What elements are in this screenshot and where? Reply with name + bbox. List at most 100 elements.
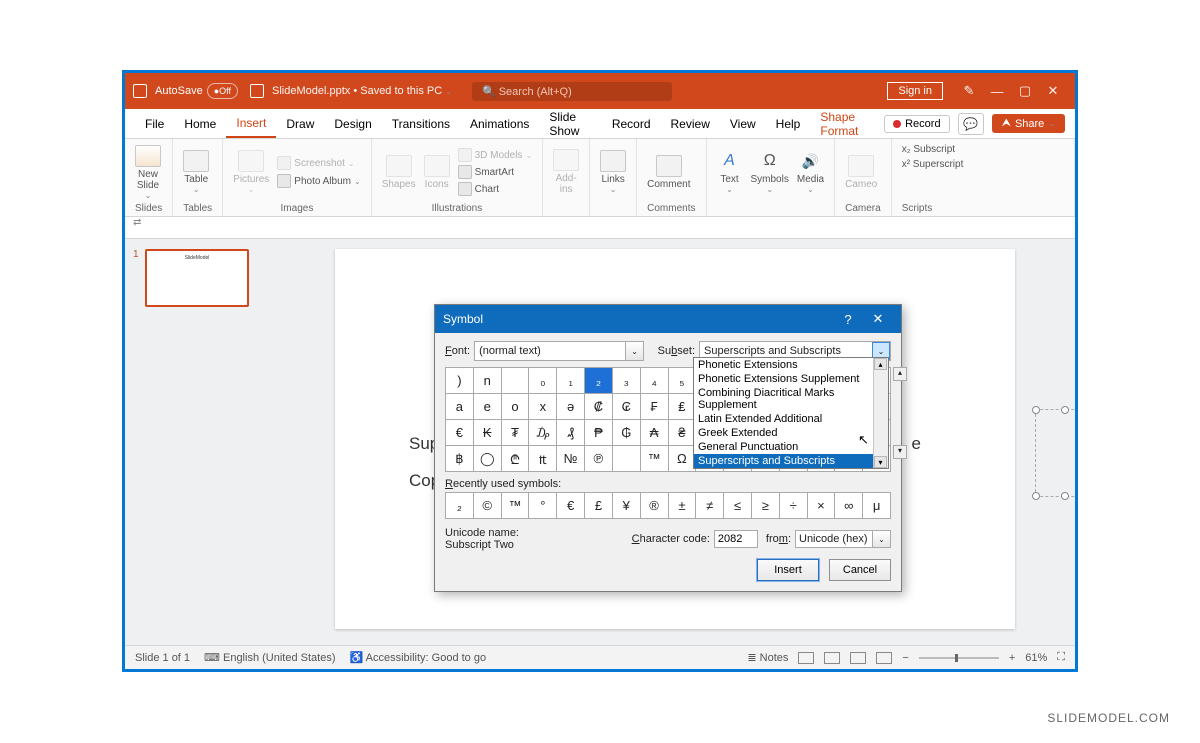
recent-symbol-cell[interactable]: ÷ (780, 493, 808, 519)
tab-draw[interactable]: Draw (276, 111, 324, 137)
symbol-cell[interactable]: o (502, 394, 530, 420)
symbol-cell[interactable]: ₲ (613, 420, 641, 446)
subscript-button[interactable]: x₂ Subscript (902, 143, 955, 156)
language-status[interactable]: ⌨ English (United States) (204, 651, 335, 664)
slide-thumbnail-1[interactable]: SlideModel (145, 249, 249, 307)
screenshot-button[interactable]: Screenshot⌄ (277, 155, 360, 171)
symbol-cell[interactable]: ₳ (641, 420, 669, 446)
share-button[interactable]: ⮝ Share ⌄ (992, 114, 1065, 133)
tab-shape-format[interactable]: Shape Format (810, 104, 884, 144)
tab-record[interactable]: Record (602, 111, 661, 137)
grid-scroll-up[interactable]: ▴ (893, 367, 907, 381)
save-icon[interactable] (250, 84, 264, 98)
recent-symbol-cell[interactable]: ™ (502, 493, 530, 519)
recent-symbol-cell[interactable]: ≠ (696, 493, 724, 519)
symbol-cell[interactable]: ◯ (474, 446, 502, 472)
dropdown-scroll-down[interactable]: ▾ (874, 456, 887, 468)
recent-symbol-cell[interactable]: € (557, 493, 585, 519)
symbol-cell[interactable]: ₣ (641, 394, 669, 420)
tab-insert[interactable]: Insert (226, 110, 276, 138)
recent-symbol-cell[interactable]: ∞ (835, 493, 863, 519)
recent-symbol-cell[interactable]: ° (529, 493, 557, 519)
close-button[interactable]: ✕ (1039, 83, 1067, 99)
subset-option[interactable]: Combining Diacritical Marks Supplement (694, 386, 888, 412)
symbol-cell[interactable]: ₡ (585, 394, 613, 420)
symbol-cell[interactable] (502, 368, 530, 394)
smartart-button[interactable]: SmartArt (458, 164, 533, 180)
accessibility-status[interactable]: ♿ Accessibility: Good to go (349, 651, 486, 664)
tab-home[interactable]: Home (174, 111, 226, 137)
symbol-cell[interactable]: ₱ (585, 420, 613, 446)
reading-view-icon[interactable] (850, 652, 866, 664)
symbols-button[interactable]: ΩSymbols⌄ (751, 150, 789, 194)
comments-pane-button[interactable]: 💬 (958, 113, 984, 135)
media-button[interactable]: 🔊Media⌄ (797, 150, 824, 194)
comment-button[interactable]: Comment (647, 155, 690, 190)
zoom-level[interactable]: 61% (1025, 652, 1047, 664)
symbol-cell[interactable]: ₯ (529, 420, 557, 446)
record-button[interactable]: Record (884, 115, 949, 133)
cancel-button[interactable]: Cancel (829, 559, 891, 581)
chevron-down-icon[interactable]: ⌄ (625, 342, 643, 360)
tab-animations[interactable]: Animations (460, 111, 539, 137)
selection-box[interactable] (1035, 409, 1075, 497)
chevron-down-icon[interactable]: ⌄ (872, 531, 890, 547)
symbol-cell[interactable]: ) (446, 368, 474, 394)
subset-option[interactable]: Superscripts and Subscripts (694, 454, 888, 468)
symbol-cell[interactable]: e (474, 394, 502, 420)
recent-symbol-cell[interactable]: ® (641, 493, 669, 519)
cameo-button[interactable]: Cameo (845, 155, 877, 190)
subset-option[interactable]: Latin Extended Additional (694, 412, 888, 426)
recent-symbol-cell[interactable]: £ (585, 493, 613, 519)
notes-button[interactable]: ≣ Notes (747, 651, 788, 664)
grid-scroll-down[interactable]: ▾ (893, 445, 907, 459)
symbol-cell[interactable]: ₀ (529, 368, 557, 394)
symbol-cell[interactable]: ₮ (502, 420, 530, 446)
tab-transitions[interactable]: Transitions (382, 111, 460, 137)
icons-button[interactable]: Icons (424, 155, 450, 190)
search-input[interactable]: 🔍 Search (Alt+Q) (472, 82, 672, 101)
tab-slideshow[interactable]: Slide Show (539, 104, 601, 144)
insert-button[interactable]: Insert (757, 559, 819, 581)
shapes-button[interactable]: Shapes (382, 155, 416, 190)
tab-help[interactable]: Help (766, 111, 811, 137)
slideshow-view-icon[interactable] (876, 652, 892, 664)
recent-symbol-cell[interactable]: ¥ (613, 493, 641, 519)
tab-view[interactable]: View (720, 111, 766, 137)
chart-button[interactable]: Chart (458, 181, 533, 197)
symbol-cell[interactable]: ฿ (446, 446, 474, 472)
recent-symbol-cell[interactable]: © (474, 493, 502, 519)
ribbon-display-button[interactable]: ✎ (955, 83, 983, 99)
symbol-cell[interactable]: n (474, 368, 502, 394)
font-combo[interactable]: (normal text) ⌄ (474, 341, 644, 361)
subset-option[interactable]: Phonetic Extensions (694, 358, 888, 372)
symbol-cell[interactable]: ₂ (585, 368, 613, 394)
recent-symbol-cell[interactable]: μ (863, 493, 891, 519)
symbol-cell[interactable]: ₄ (641, 368, 669, 394)
dialog-help-button[interactable]: ? (833, 312, 863, 327)
symbol-cell[interactable]: ₢ (613, 394, 641, 420)
addins-button[interactable]: Add- ins (553, 149, 579, 195)
recent-symbol-cell[interactable]: ₂ (446, 493, 474, 519)
symbol-cell[interactable]: ℗ (585, 446, 613, 472)
symbol-cell[interactable] (613, 446, 641, 472)
recent-symbol-cell[interactable]: × (808, 493, 836, 519)
new-slide-button[interactable]: New Slide⌄ (135, 145, 161, 200)
normal-view-icon[interactable] (798, 652, 814, 664)
3d-models-button[interactable]: 3D Models⌄ (458, 147, 533, 163)
symbol-cell[interactable]: ₭ (474, 420, 502, 446)
symbol-cell[interactable]: ₰ (557, 420, 585, 446)
table-button[interactable]: Table⌄ (183, 150, 209, 194)
links-button[interactable]: Links⌄ (600, 150, 626, 194)
fit-to-window-button[interactable]: ⛶ (1057, 651, 1065, 664)
dropdown-scroll-up[interactable]: ▴ (874, 358, 887, 370)
zoom-slider[interactable] (919, 657, 999, 659)
sorter-view-icon[interactable] (824, 652, 840, 664)
subset-option[interactable]: Phonetic Extensions Supplement (694, 372, 888, 386)
tab-file[interactable]: File (135, 111, 174, 137)
symbol-cell[interactable]: ™ (641, 446, 669, 472)
tab-review[interactable]: Review (661, 111, 720, 137)
zoom-out-button[interactable]: − (902, 652, 908, 664)
maximize-button[interactable]: ▢ (1011, 83, 1039, 99)
signin-button[interactable]: Sign in (887, 82, 943, 100)
